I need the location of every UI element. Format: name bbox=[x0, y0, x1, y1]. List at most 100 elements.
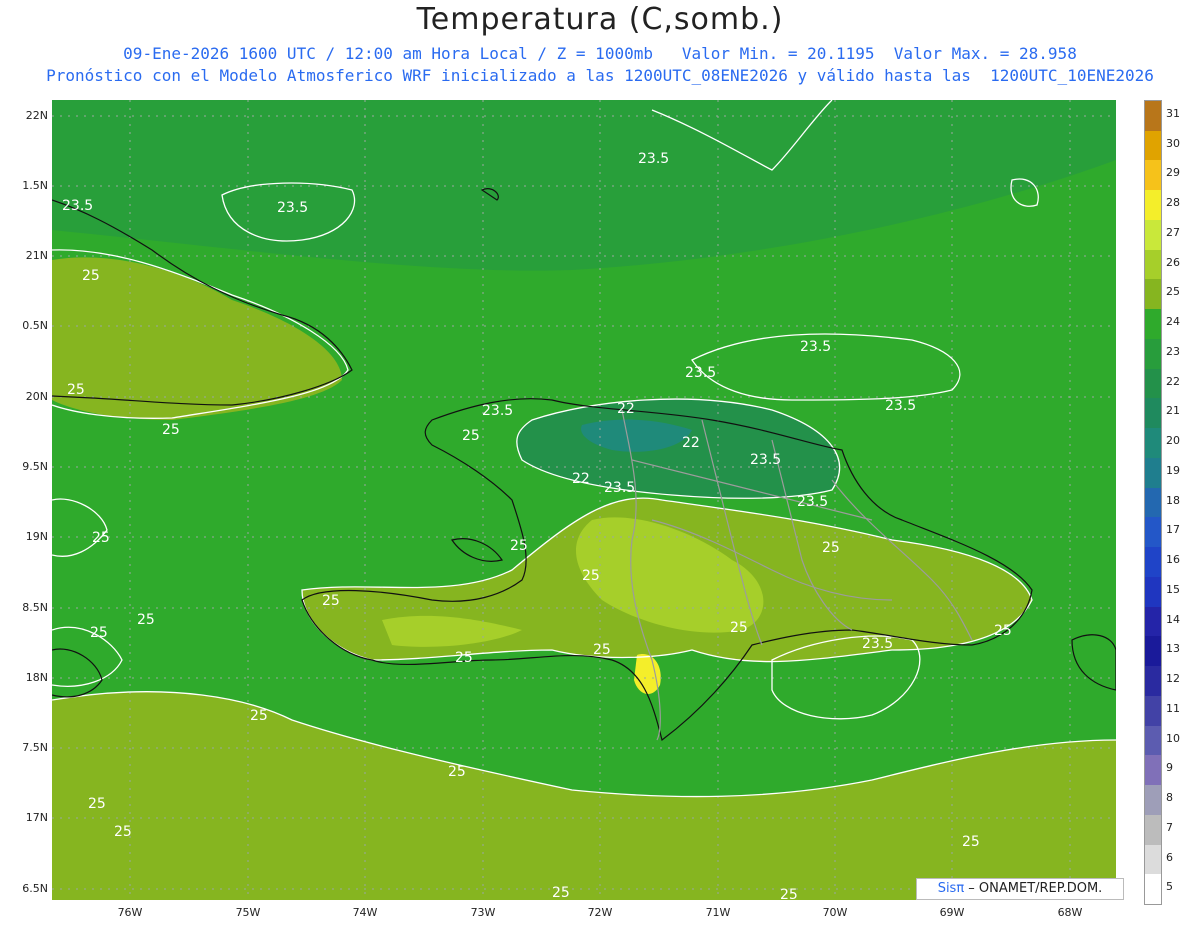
lon-label: 71W bbox=[705, 906, 731, 919]
lon-label: 70W bbox=[822, 906, 848, 919]
contour-label: 23.5 bbox=[800, 339, 831, 355]
colorbar-label: 26 bbox=[1166, 255, 1180, 269]
colorbar-label: 29 bbox=[1166, 166, 1180, 180]
contour-label: 25 bbox=[552, 885, 570, 900]
contour-label: 25 bbox=[510, 538, 528, 554]
colorbar-segment bbox=[1145, 695, 1161, 727]
lat-label: 0.5N bbox=[22, 319, 48, 332]
colorbar-segment bbox=[1145, 844, 1161, 875]
colorbar-segment bbox=[1145, 249, 1161, 280]
colorbar-label: 17 bbox=[1166, 523, 1180, 537]
colorbar-segment bbox=[1145, 338, 1161, 370]
contour-label: 25 bbox=[780, 887, 798, 900]
lat-label: 9.5N bbox=[22, 460, 48, 473]
contour-label: 25 bbox=[137, 612, 155, 628]
lon-label: 69W bbox=[939, 906, 965, 919]
colorbar-label: 20 bbox=[1166, 434, 1180, 448]
colorbar-label: 21 bbox=[1166, 404, 1180, 418]
contour-label: 23.5 bbox=[62, 198, 93, 214]
contour-label: 22 bbox=[572, 471, 590, 487]
lon-label: 74W bbox=[352, 906, 378, 919]
contour-label: 25 bbox=[462, 428, 480, 444]
contour-label: 25 bbox=[730, 620, 748, 636]
lon-label: 76W bbox=[117, 906, 143, 919]
contour-label: 25 bbox=[822, 540, 840, 556]
lat-label: 18N bbox=[25, 671, 48, 684]
colorbar-label: 10 bbox=[1166, 731, 1180, 745]
lon-label: 73W bbox=[470, 906, 496, 919]
colorbar-label: 7 bbox=[1166, 820, 1173, 834]
colorbar-segment bbox=[1145, 725, 1161, 756]
contour-label: 25 bbox=[593, 642, 611, 658]
contour-label: 25 bbox=[82, 268, 100, 284]
colorbar-label: 25 bbox=[1166, 285, 1180, 299]
colorbar-segment bbox=[1145, 517, 1161, 548]
colorbar-segment bbox=[1145, 576, 1161, 608]
temperature-map[interactable]: 25 23.5 23.5 23.5 25 25 23.5 25 22 22 22… bbox=[52, 100, 1116, 900]
colorbar-segment bbox=[1145, 190, 1161, 221]
colorbar-segment bbox=[1145, 160, 1161, 191]
lon-label: 75W bbox=[235, 906, 261, 919]
map-title: Temperatura (C,somb.) bbox=[416, 2, 784, 37]
colorbar-label: 23 bbox=[1166, 344, 1180, 358]
colorbar-label: 16 bbox=[1166, 553, 1180, 567]
colorbar-label: 12 bbox=[1166, 672, 1180, 686]
contour-label: 23.5 bbox=[604, 480, 635, 496]
lat-label: 17N bbox=[25, 811, 48, 824]
contour-label: 25 bbox=[448, 764, 466, 780]
contour-label: 25 bbox=[88, 796, 106, 812]
contour-label: 23.5 bbox=[685, 365, 716, 381]
lon-label: 68W bbox=[1057, 906, 1083, 919]
sispi-logo: Sisπ bbox=[937, 881, 965, 896]
contour-label: 25 bbox=[582, 568, 600, 584]
credit-box: Sisπ – ONAMET/REP.DOM. bbox=[916, 878, 1124, 900]
lat-label: 1.5N bbox=[22, 179, 48, 192]
colorbar-segment bbox=[1145, 606, 1161, 637]
lon-label: 72W bbox=[587, 906, 613, 919]
contour-label: 25 bbox=[962, 834, 980, 850]
colorbar-label: 11 bbox=[1166, 701, 1180, 715]
colorbar-label: 6 bbox=[1166, 850, 1173, 864]
colorbar-segment bbox=[1145, 398, 1161, 429]
colorbar-segment bbox=[1145, 785, 1161, 816]
credit-text: – ONAMET/REP.DOM. bbox=[964, 881, 1103, 896]
lat-label: 6.5N bbox=[22, 882, 48, 895]
colorbar-segment bbox=[1145, 636, 1161, 667]
contour-label: 25 bbox=[92, 530, 110, 546]
colorbar-segment bbox=[1145, 755, 1161, 786]
colorbar-segment bbox=[1145, 219, 1161, 251]
contour-label: 23.5 bbox=[638, 151, 669, 167]
colorbar-segment bbox=[1145, 487, 1161, 518]
contour-label: 25 bbox=[250, 708, 268, 724]
colorbar-label: 28 bbox=[1166, 196, 1180, 210]
colorbar-label: 22 bbox=[1166, 374, 1180, 388]
colorbar-segment bbox=[1145, 874, 1161, 905]
contour-label: 25 bbox=[90, 625, 108, 641]
colorbar bbox=[1144, 100, 1162, 905]
lat-label: 22N bbox=[25, 109, 48, 122]
contour-label: 25 bbox=[994, 623, 1012, 639]
contour-label: 23.5 bbox=[885, 398, 916, 414]
colorbar-label: 24 bbox=[1166, 315, 1180, 329]
contour-label: 22 bbox=[682, 435, 700, 451]
colorbar-label: 19 bbox=[1166, 463, 1180, 477]
colorbar-segment bbox=[1145, 279, 1161, 310]
colorbar-segment bbox=[1145, 130, 1161, 161]
colorbar-segment bbox=[1145, 547, 1161, 578]
colorbar-label: 30 bbox=[1166, 136, 1180, 150]
contour-label: 25 bbox=[322, 593, 340, 609]
colorbar-segment bbox=[1145, 814, 1161, 845]
lat-label: 19N bbox=[25, 530, 48, 543]
lat-label: 7.5N bbox=[22, 741, 48, 754]
model-info-line: Pronóstico con el Modelo Atmosferico WRF… bbox=[46, 66, 1154, 85]
contour-label: 23.5 bbox=[862, 636, 893, 652]
map-panel[interactable]: 25 23.5 23.5 23.5 25 25 23.5 25 22 22 22… bbox=[52, 100, 1116, 900]
contour-label: 25 bbox=[114, 824, 132, 840]
lat-label: 20N bbox=[25, 390, 48, 403]
contour-label: 23.5 bbox=[482, 403, 513, 419]
lat-label: 21N bbox=[25, 249, 48, 262]
colorbar-label: 5 bbox=[1166, 880, 1173, 894]
valid-time-line: 09-Ene-2026 1600 UTC / 12:00 am Hora Loc… bbox=[123, 44, 1077, 63]
contour-label: 23.5 bbox=[797, 494, 828, 510]
colorbar-label: 13 bbox=[1166, 642, 1180, 656]
